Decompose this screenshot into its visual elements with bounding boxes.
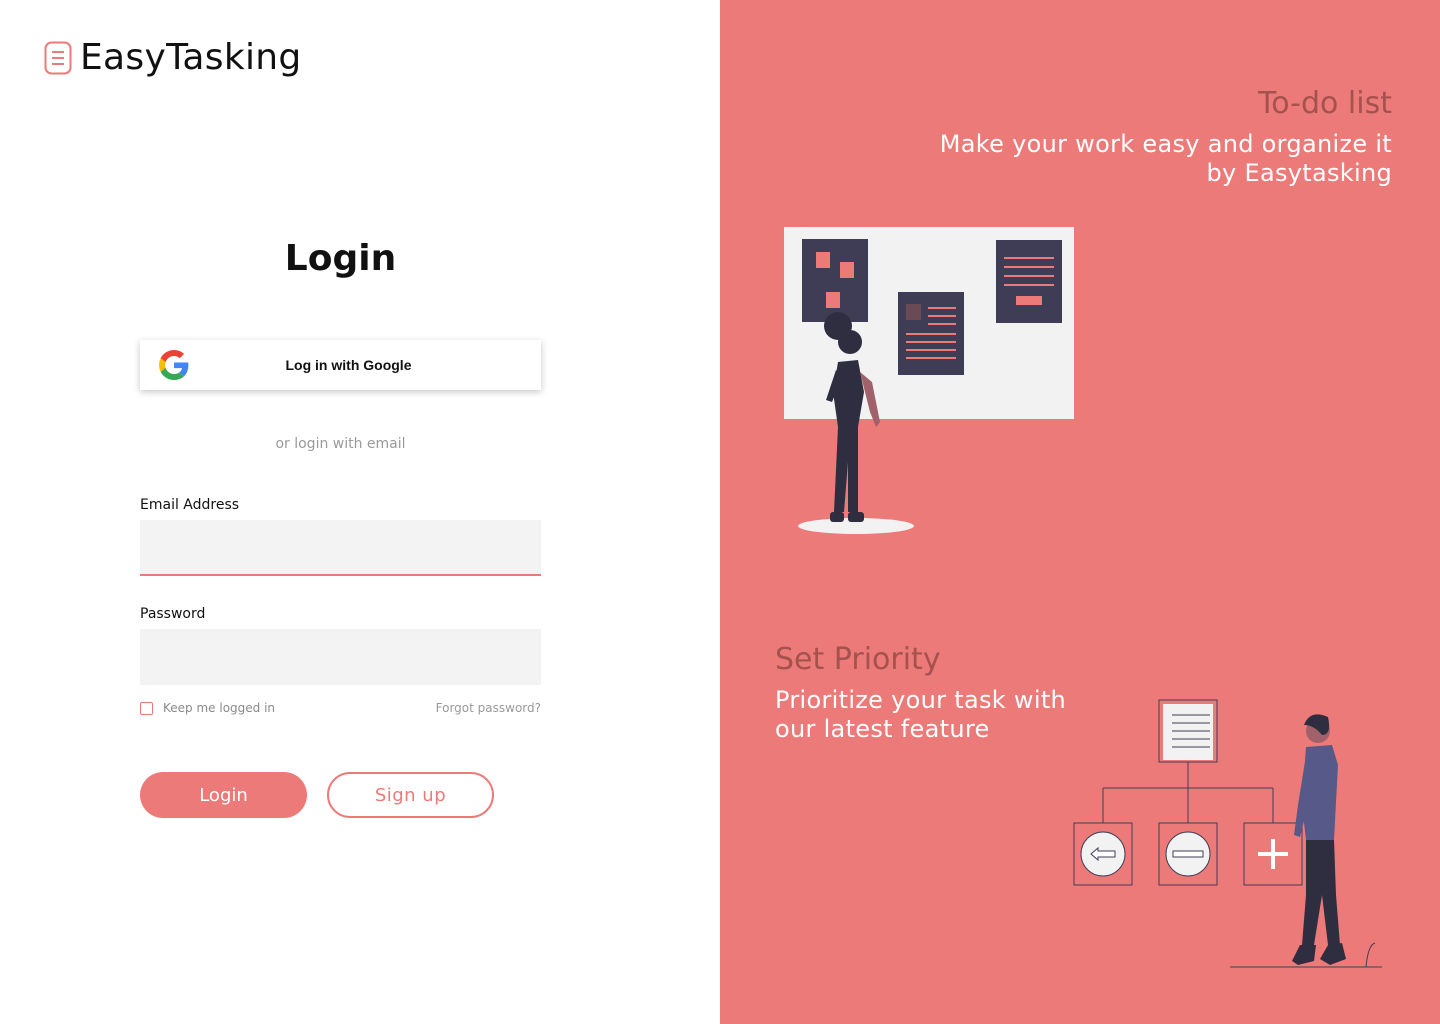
list-logo-icon <box>44 41 72 75</box>
priority-feature-title: Set Priority <box>775 642 941 677</box>
brand-name: EasyTasking <box>80 37 302 78</box>
keep-logged-in-label[interactable]: Keep me logged in <box>163 701 275 715</box>
todo-feature-title: To-do list <box>1258 86 1392 121</box>
forgot-password-link[interactable]: Forgot password? <box>400 701 541 715</box>
priority-feature-description: Prioritize your task with our latest fea… <box>775 686 1067 743</box>
email-field[interactable] <box>140 520 541 576</box>
login-button[interactable]: Login <box>140 772 307 818</box>
or-login-divider-text: or login with email <box>275 436 406 452</box>
keep-logged-in: Keep me logged in <box>140 701 275 715</box>
todo-board-illustration <box>784 227 1074 534</box>
feature-panel: To-do list Make your work easy and organ… <box>720 0 1440 1024</box>
keep-logged-in-checkbox[interactable] <box>140 701 153 715</box>
signup-button[interactable]: Sign up <box>327 772 494 818</box>
brand-logo: EasyTasking <box>44 38 302 78</box>
email-label: Email Address <box>140 497 240 513</box>
login-panel: EasyTasking Login Log in with Google or … <box>0 0 720 1024</box>
google-login-button[interactable]: Log in with Google <box>140 340 541 390</box>
minus-icon <box>1172 850 1204 858</box>
priority-tree-illustration <box>1073 699 1382 968</box>
todo-feature-description: Make your work easy and organize it by E… <box>939 130 1392 187</box>
google-icon <box>159 350 189 380</box>
google-login-label: Log in with Google <box>285 357 412 373</box>
password-field[interactable] <box>140 629 541 685</box>
password-label: Password <box>140 606 206 622</box>
page-title: Login <box>284 238 397 279</box>
